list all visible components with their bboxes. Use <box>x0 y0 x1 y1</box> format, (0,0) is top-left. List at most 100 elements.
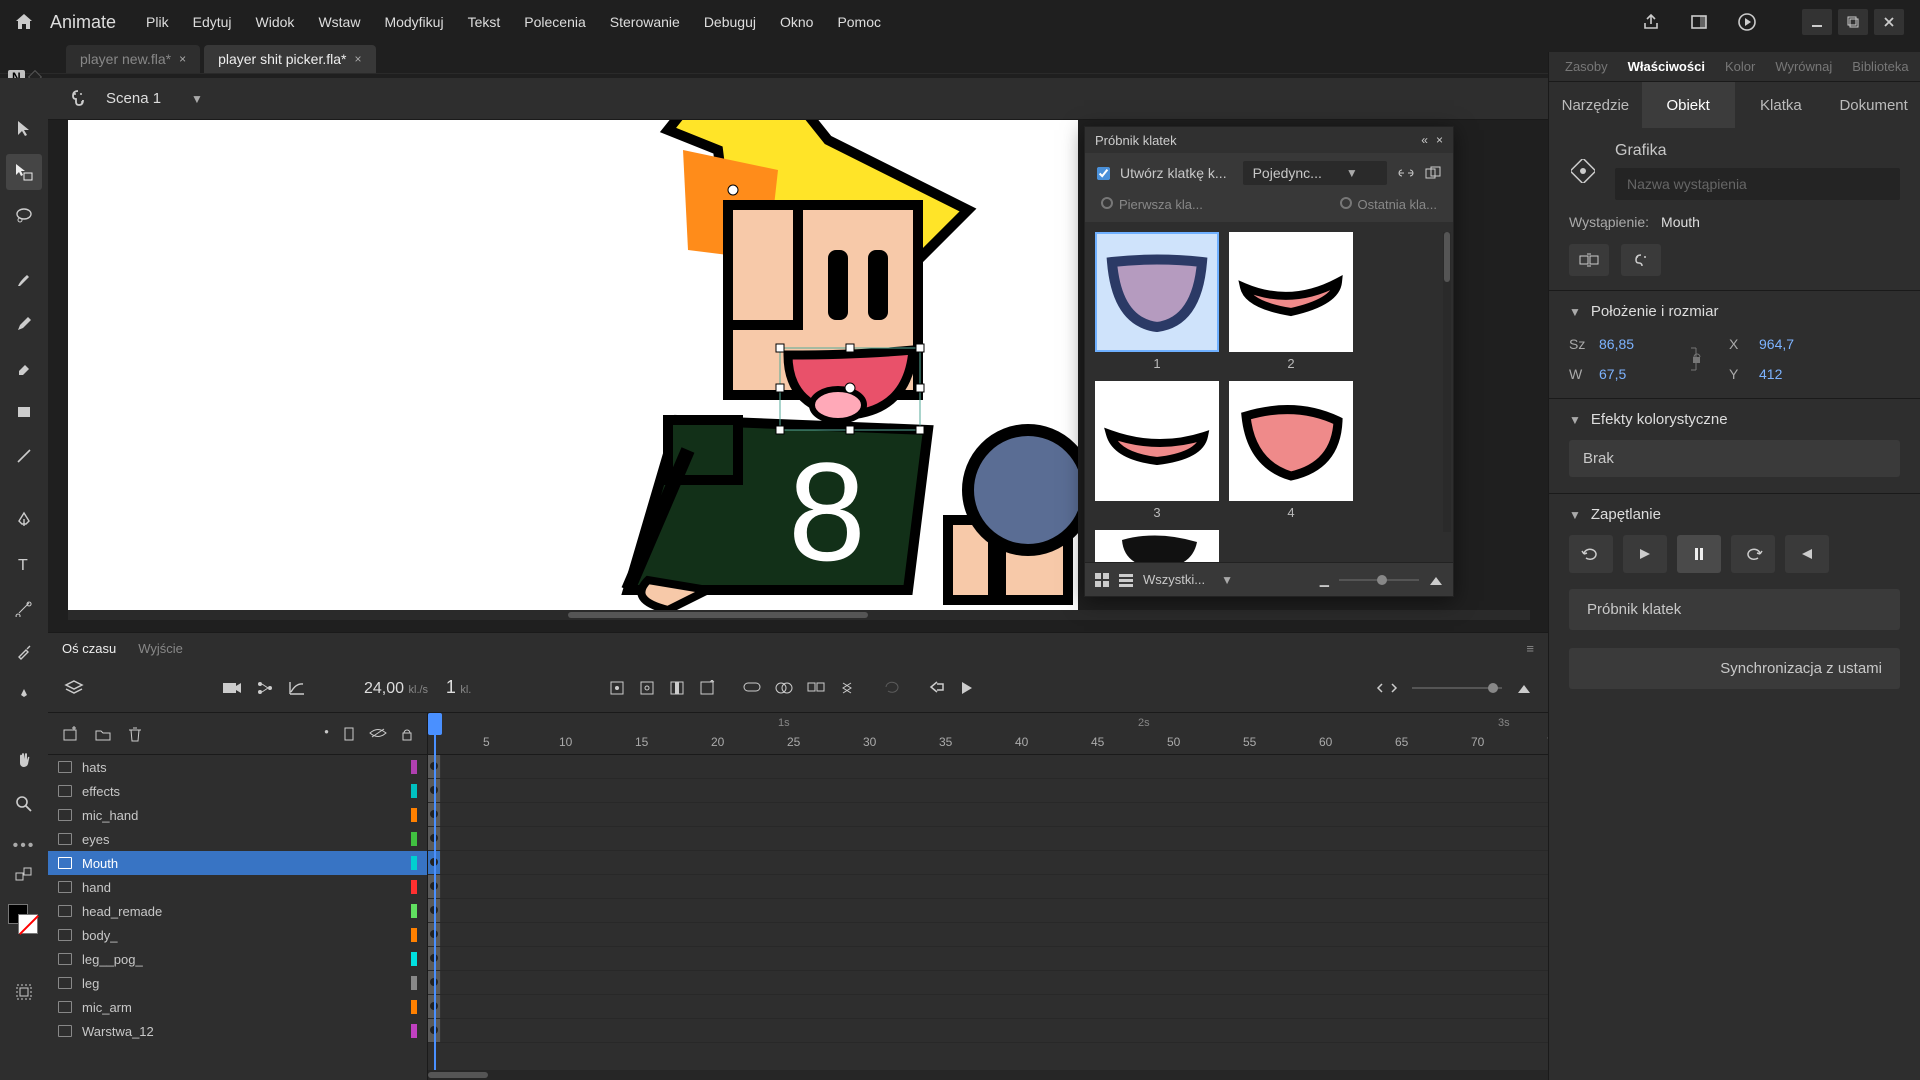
track-row[interactable] <box>428 899 1548 923</box>
remove-frame-icon[interactable] <box>699 680 715 696</box>
timeline-tab[interactable]: Oś czasu <box>62 641 116 656</box>
fit-timeline-icon[interactable] <box>1516 681 1532 695</box>
workspace-icon[interactable] <box>1686 9 1712 35</box>
loop-reverse-icon[interactable] <box>1731 535 1775 573</box>
menu-plik[interactable]: Plik <box>134 14 181 30</box>
timeline-h-scrollbar[interactable] <box>428 1070 1548 1080</box>
current-frame[interactable]: 1 <box>446 677 456 697</box>
lip-sync-button[interactable]: Synchronizacja z ustami <box>1569 648 1900 689</box>
chevron-down-icon[interactable]: ▼ <box>191 92 203 106</box>
loop-reverse-once-icon[interactable] <box>1785 535 1829 573</box>
tab-close-icon[interactable]: × <box>354 52 361 66</box>
track-row[interactable] <box>428 947 1548 971</box>
selection-tool[interactable] <box>6 110 42 146</box>
frame-picker-button[interactable]: Próbnik klatek <box>1569 589 1900 630</box>
height-value[interactable]: 67,5 <box>1599 366 1689 382</box>
frame-thumb-3[interactable]: 3 <box>1095 381 1219 520</box>
transform-options-icon[interactable] <box>6 974 42 1010</box>
play-icon[interactable] <box>959 680 973 696</box>
layer-parenting-icon[interactable] <box>256 680 274 696</box>
symbol-type[interactable]: Grafika <box>1615 142 1900 160</box>
loop-playback-icon[interactable] <box>883 680 901 696</box>
stage-h-scrollbar[interactable] <box>68 610 1530 620</box>
track-row[interactable] <box>428 803 1548 827</box>
play-test-icon[interactable] <box>1734 9 1760 35</box>
frame-thumb-1[interactable]: 1 <box>1095 232 1219 371</box>
tween-icon[interactable] <box>743 680 761 696</box>
section-position[interactable]: ▼Położenie i rozmiar <box>1549 290 1920 332</box>
pin-tool[interactable] <box>6 678 42 714</box>
layers-icon[interactable] <box>64 679 84 697</box>
loop-play-icon[interactable] <box>1569 535 1613 573</box>
loop-once-icon[interactable] <box>1623 535 1667 573</box>
menu-pomoc[interactable]: Pomoc <box>825 14 893 30</box>
filter-dropdown[interactable]: Wszystki...▼ <box>1143 572 1233 587</box>
tab-kolor[interactable]: Kolor <box>1725 59 1755 74</box>
x-value[interactable]: 964,7 <box>1759 336 1849 352</box>
menu-tekst[interactable]: Tekst <box>456 14 513 30</box>
new-folder-icon[interactable] <box>94 727 112 741</box>
new-layer-icon[interactable] <box>62 726 78 742</box>
track-row[interactable] <box>428 995 1548 1019</box>
scene-icon[interactable] <box>64 85 92 113</box>
tab-wyrownaj[interactable]: Wyrównaj <box>1775 59 1832 74</box>
frame-thumb-4[interactable]: 4 <box>1229 381 1353 520</box>
list-view-icon[interactable] <box>1119 573 1133 587</box>
width-value[interactable]: 86,85 <box>1599 336 1689 352</box>
y-value[interactable]: 412 <box>1759 366 1849 382</box>
prop-tab-obiekt[interactable]: Obiekt <box>1642 82 1735 128</box>
zoom-out-icon[interactable]: ▁ <box>1320 573 1329 587</box>
layer-row[interactable]: eyes <box>48 827 427 851</box>
lasso-tool[interactable] <box>6 198 42 234</box>
track-row[interactable] <box>428 827 1548 851</box>
instance-name-input[interactable]: Nazwa wystąpienia <box>1615 168 1900 200</box>
marker-icon[interactable] <box>839 680 855 696</box>
hand-tool[interactable] <box>6 742 42 778</box>
track-row[interactable] <box>428 779 1548 803</box>
panel-collapse-icon[interactable]: « <box>1421 133 1428 147</box>
close-icon[interactable] <box>1874 9 1904 35</box>
insert-keyframe-icon[interactable] <box>609 680 625 696</box>
menu-modyfikuj[interactable]: Modyfikuj <box>372 14 455 30</box>
track-row[interactable] <box>428 875 1548 899</box>
panel-close-icon[interactable]: × <box>1436 133 1443 147</box>
menu-sterowanie[interactable]: Sterowanie <box>598 14 692 30</box>
delete-layer-icon[interactable] <box>128 726 142 742</box>
layer-row[interactable]: Warstwa_12 <box>48 1019 427 1043</box>
playhead[interactable] <box>434 713 436 1080</box>
loop-single-icon[interactable] <box>1677 535 1721 573</box>
layer-row[interactable]: leg <box>48 971 427 995</box>
outline-toggle-icon[interactable] <box>343 727 355 741</box>
rectangle-tool[interactable] <box>6 394 42 430</box>
tab-wlasciwosci[interactable]: Właściwości <box>1628 59 1705 74</box>
graph-icon[interactable] <box>288 680 306 696</box>
pencil-tool[interactable] <box>6 306 42 342</box>
layer-row[interactable]: body_ <box>48 923 427 947</box>
fps-value[interactable]: 24,00 <box>364 680 404 697</box>
section-looping[interactable]: ▼Zapętlanie <box>1549 493 1920 535</box>
minimize-icon[interactable] <box>1802 9 1832 35</box>
layer-row[interactable]: effects <box>48 779 427 803</box>
link-icon[interactable] <box>1397 166 1415 180</box>
menu-wstaw[interactable]: Wstaw <box>306 14 372 30</box>
visibility-toggle-icon[interactable] <box>369 727 387 741</box>
zoom-tool[interactable] <box>6 786 42 822</box>
bone-tool[interactable] <box>6 590 42 626</box>
edit-symbol-button[interactable] <box>1621 244 1661 276</box>
share-icon[interactable] <box>1638 9 1664 35</box>
track-row[interactable] <box>428 1019 1548 1043</box>
timeline-menu-icon[interactable]: ≡ <box>1526 641 1534 656</box>
loop-range-icon[interactable] <box>1376 681 1398 695</box>
track-row[interactable] <box>428 923 1548 947</box>
free-transform-tool[interactable] <box>6 154 42 190</box>
thumb-size-slider[interactable] <box>1339 579 1419 581</box>
insert-frame-icon[interactable] <box>669 680 685 696</box>
scene-name[interactable]: Scena 1 <box>106 90 161 107</box>
layer-row[interactable]: hats <box>48 755 427 779</box>
color-swatches[interactable] <box>6 902 42 942</box>
insert-blank-keyframe-icon[interactable] <box>639 680 655 696</box>
home-icon[interactable] <box>8 6 40 38</box>
frame-thumb-5[interactable] <box>1095 530 1219 562</box>
last-frame-radio[interactable]: Ostatnia kla... <box>1340 197 1437 212</box>
layer-row[interactable]: leg__pog_ <box>48 947 427 971</box>
